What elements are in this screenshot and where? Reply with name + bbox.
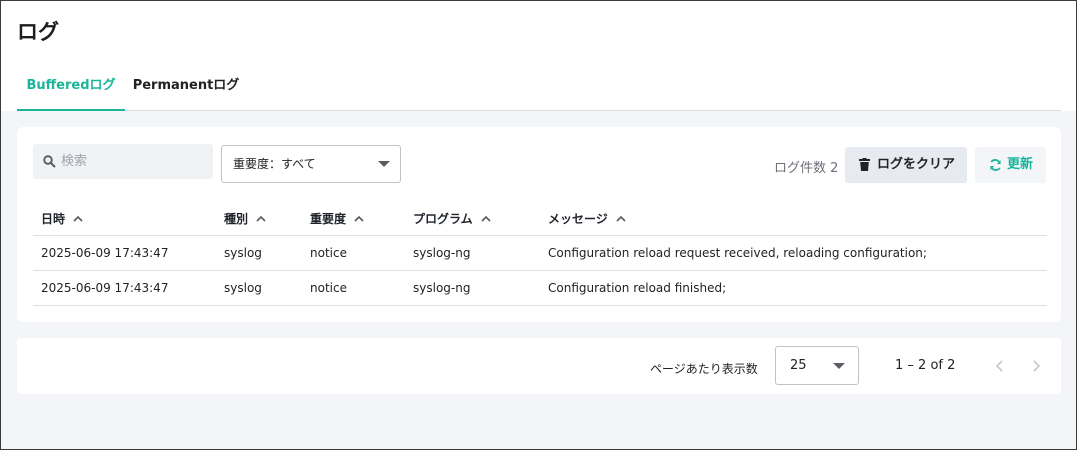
- cell-datetime: 2025-06-09 17:43:47: [41, 246, 169, 260]
- next-page-button[interactable]: [1027, 356, 1045, 376]
- previous-page-button[interactable]: [991, 356, 1009, 376]
- page-range: 1 – 2 of 2: [895, 358, 956, 373]
- per-page-select[interactable]: 25: [775, 346, 859, 385]
- table-row[interactable]: 2025-06-09 17:43:47 syslog notice syslog…: [33, 236, 1047, 271]
- app-window: ログ Bufferedログ Permanentログ 重要度：すべて ログ件数 2…: [0, 0, 1077, 450]
- table-header: 日時 種別 重要度 プログラム メッセージ: [33, 199, 1047, 236]
- column-label: 重要度: [310, 212, 347, 226]
- column-header-program[interactable]: プログラム: [413, 210, 491, 227]
- cell-program: syslog-ng: [413, 246, 471, 260]
- log-table: 日時 種別 重要度 プログラム メッセージ 2025-06-09 17:43:4…: [33, 199, 1047, 306]
- sort-asc-icon: [73, 215, 83, 222]
- search-box[interactable]: [33, 144, 213, 179]
- log-card: 重要度：すべて ログ件数 2 ログをクリア 更新 日: [17, 127, 1061, 322]
- tab-bar: Bufferedログ Permanentログ: [17, 67, 1061, 111]
- cell-severity: notice: [310, 246, 347, 260]
- log-count: ログ件数 2: [774, 161, 839, 176]
- table-row[interactable]: 2025-06-09 17:43:47 syslog notice syslog…: [33, 271, 1047, 306]
- sort-asc-icon: [616, 215, 626, 222]
- cell-type: syslog: [224, 281, 262, 295]
- column-header-type[interactable]: 種別: [224, 210, 266, 227]
- cell-program: syslog-ng: [413, 281, 471, 295]
- column-header-message[interactable]: メッセージ: [548, 210, 626, 227]
- search-icon: [43, 155, 56, 168]
- cell-message: Configuration reload request received, r…: [548, 246, 927, 260]
- cell-type: syslog: [224, 246, 262, 260]
- caret-down-icon: [833, 363, 845, 369]
- column-label: 日時: [41, 212, 66, 226]
- tab-buffered-log[interactable]: Bufferedログ: [17, 67, 125, 111]
- refresh-button[interactable]: 更新: [975, 147, 1046, 183]
- severity-filter-value: 重要度：すべて: [233, 157, 316, 171]
- severity-filter-select[interactable]: 重要度：すべて: [221, 145, 401, 183]
- sort-asc-icon: [354, 215, 364, 222]
- chevron-right-icon: [1033, 360, 1041, 372]
- refresh-icon: [990, 159, 1001, 171]
- pagination-bar: ページあたり表示数 25 1 – 2 of 2: [17, 338, 1061, 394]
- column-label: 種別: [224, 212, 249, 226]
- search-input[interactable]: [61, 144, 209, 179]
- column-label: プログラム: [413, 212, 473, 226]
- trash-icon: [859, 158, 870, 171]
- page-title: ログ: [17, 20, 59, 44]
- sort-asc-icon: [256, 215, 266, 222]
- column-header-severity[interactable]: 重要度: [310, 210, 364, 227]
- cell-message: Configuration reload finished;: [548, 281, 727, 295]
- sort-asc-icon: [481, 215, 491, 222]
- column-header-datetime[interactable]: 日時: [41, 210, 83, 227]
- cell-severity: notice: [310, 281, 347, 295]
- clear-logs-label: ログをクリア: [877, 157, 956, 172]
- tab-permanent-log[interactable]: Permanentログ: [131, 67, 241, 111]
- cell-datetime: 2025-06-09 17:43:47: [41, 281, 169, 295]
- chevron-left-icon: [995, 360, 1003, 372]
- per-page-value: 25: [790, 358, 807, 373]
- refresh-label: 更新: [1007, 157, 1034, 172]
- caret-down-icon: [378, 161, 390, 167]
- per-page-label: ページあたり表示数: [650, 362, 758, 376]
- clear-logs-button[interactable]: ログをクリア: [845, 147, 967, 183]
- column-label: メッセージ: [548, 212, 608, 226]
